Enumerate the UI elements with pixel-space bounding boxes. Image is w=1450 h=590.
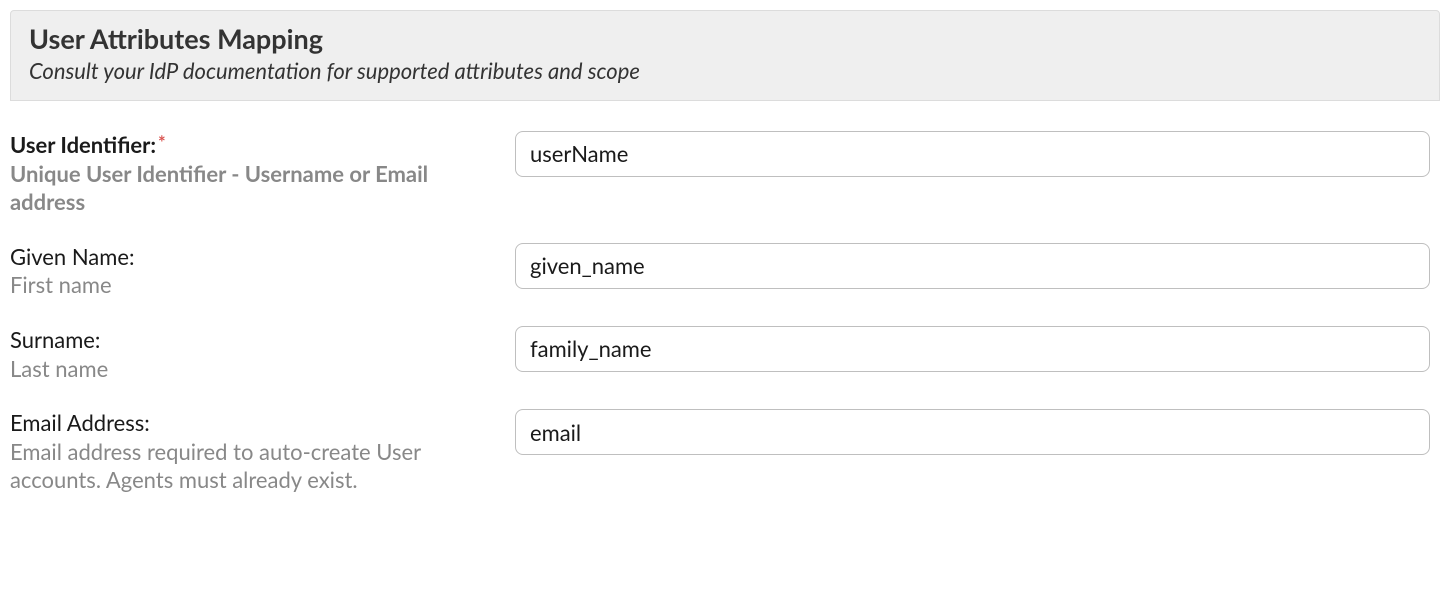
input-col (515, 131, 1440, 177)
row-surname: Surname: Last name (10, 326, 1440, 383)
form-body: User Identifier:* Unique User Identifier… (0, 101, 1450, 495)
surname-input[interactable] (515, 326, 1430, 372)
row-given-name: Given Name: First name (10, 243, 1440, 300)
label-text: User Identifier: (10, 131, 156, 158)
user-identifier-hint: Unique User Identifier - Username or Ema… (10, 160, 495, 217)
input-col (515, 409, 1440, 455)
input-col (515, 243, 1440, 289)
row-email-address: Email Address: Email address required to… (10, 409, 1440, 495)
label-col: User Identifier:* Unique User Identifier… (10, 131, 515, 217)
label-col: Given Name: First name (10, 243, 515, 300)
panel-header: User Attributes Mapping Consult your IdP… (10, 10, 1440, 101)
email-address-label: Email Address: (10, 409, 495, 438)
user-identifier-label: User Identifier:* (10, 131, 495, 160)
email-address-hint: Email address required to auto-create Us… (10, 438, 495, 495)
label-col: Email Address: Email address required to… (10, 409, 515, 495)
row-user-identifier: User Identifier:* Unique User Identifier… (10, 131, 1440, 217)
panel-subtitle: Consult your IdP documentation for suppo… (29, 57, 1421, 86)
panel-title: User Attributes Mapping (29, 23, 1421, 55)
required-asterisk-icon: * (158, 131, 166, 153)
input-col (515, 326, 1440, 372)
label-col: Surname: Last name (10, 326, 515, 383)
given-name-label: Given Name: (10, 243, 495, 272)
surname-label: Surname: (10, 326, 495, 355)
given-name-hint: First name (10, 271, 495, 300)
surname-hint: Last name (10, 355, 495, 384)
given-name-input[interactable] (515, 243, 1430, 289)
user-identifier-input[interactable] (515, 131, 1430, 177)
email-address-input[interactable] (515, 409, 1430, 455)
